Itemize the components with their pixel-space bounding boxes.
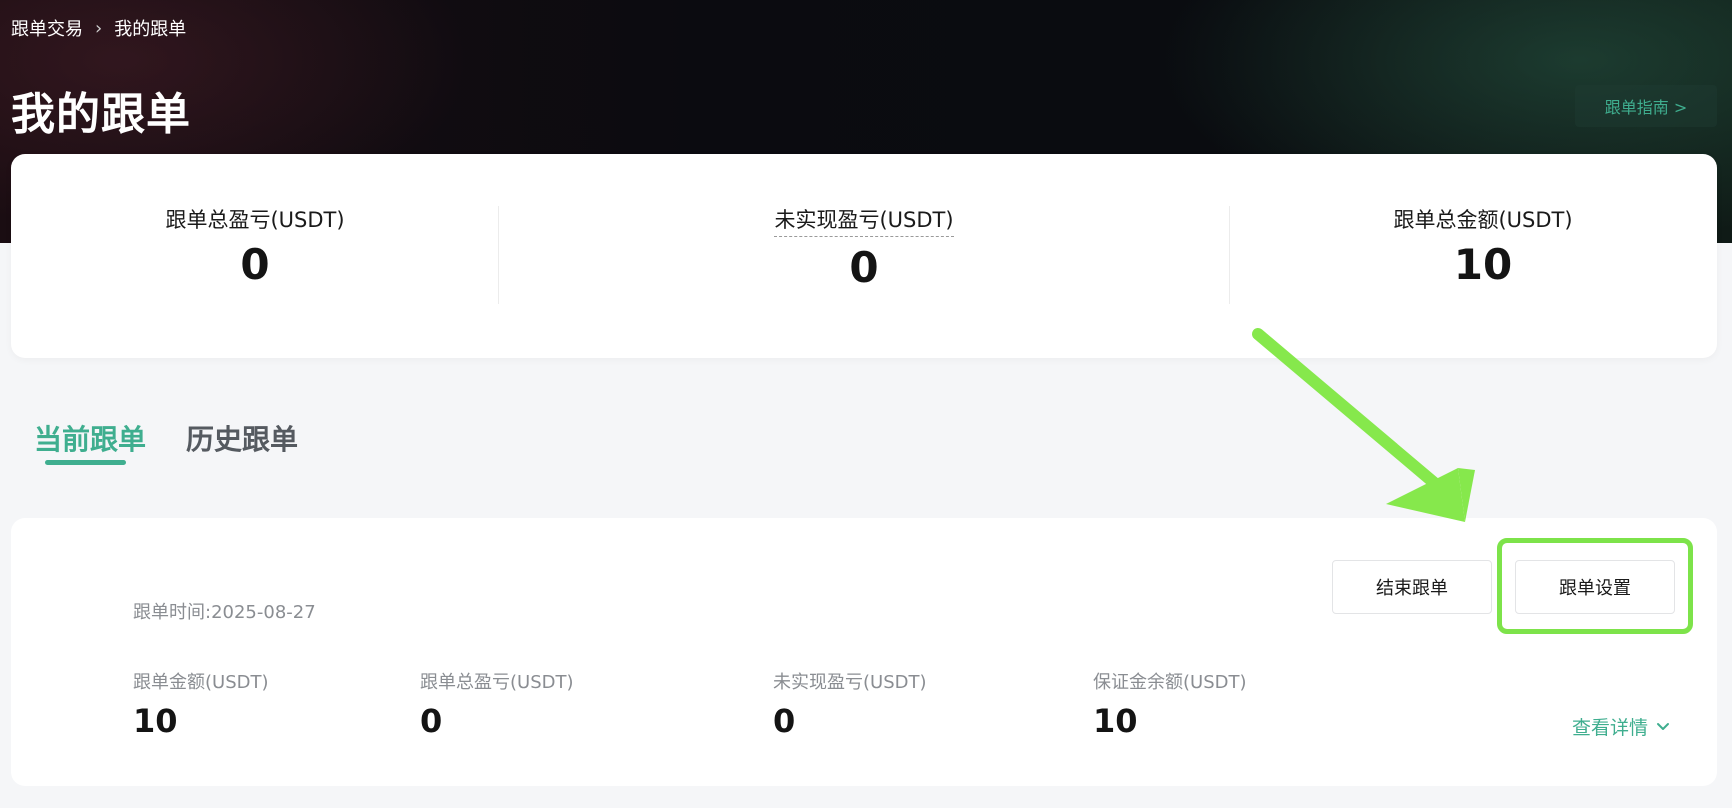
summary-total-pnl-value: 0 [240,240,270,289]
summary-total-pnl-label: 跟单总盈亏(USDT) [165,208,345,232]
summary-total-amount: 跟单总金额(USDT) 10 [1239,204,1727,289]
chevron-right-icon: › [95,17,103,39]
summary-unrealized-pnl-value: 0 [849,243,879,292]
metric-margin-balance: 保证金余额(USDT) 10 [1093,668,1247,740]
view-details-link[interactable]: 查看详情 [1572,713,1670,740]
settings-highlight-box [1497,538,1693,634]
breadcrumb: 跟单交易 › 我的跟单 [11,15,187,41]
metric-label: 保证金余额(USDT) [1093,672,1247,693]
current-order-card: 跟单时间:2025-08-27 结束跟单 跟单设置 跟单金额(USDT) 10 … [11,518,1717,786]
metric-value: 10 [133,702,178,740]
metric-value: 0 [773,702,796,740]
view-details-label: 查看详情 [1572,717,1649,739]
summary-unrealized-pnl: 未实现盈亏(USDT) 0 [620,204,1108,292]
summary-unrealized-pnl-label[interactable]: 未实现盈亏(USDT) [774,204,954,237]
page-title: 我的跟单 [11,89,191,140]
breadcrumb-current: 我的跟单 [114,19,187,40]
tab-current-orders[interactable]: 当前跟单 [34,418,146,465]
arrow-annotation-icon [1252,328,1475,522]
order-tabs: 当前跟单 历史跟单 [34,418,298,465]
metric-total-pnl: 跟单总盈亏(USDT) 0 [420,668,574,740]
end-copy-button[interactable]: 结束跟单 [1332,560,1492,614]
summary-divider [498,206,499,304]
metric-label: 未实现盈亏(USDT) [773,672,927,693]
summary-total-pnl: 跟单总盈亏(USDT) 0 [11,204,499,289]
metric-value: 0 [420,702,443,740]
chevron-down-icon [1657,722,1670,730]
summary-divider [1229,206,1230,304]
metric-label: 跟单总盈亏(USDT) [420,672,574,693]
metric-label: 跟单金额(USDT) [133,672,269,693]
summary-total-amount-value: 10 [1453,240,1513,289]
guide-button[interactable]: 跟单指南 > [1575,85,1717,127]
breadcrumb-parent-link[interactable]: 跟单交易 [11,15,83,41]
metric-value: 10 [1093,702,1138,740]
order-time: 跟单时间:2025-08-27 [133,602,316,623]
summary-total-amount-label: 跟单总金额(USDT) [1393,208,1573,232]
tab-history-orders[interactable]: 历史跟单 [186,418,298,458]
metric-unrealized-pnl: 未实现盈亏(USDT) 0 [773,668,927,740]
metric-copy-amount: 跟单金额(USDT) 10 [133,668,269,740]
